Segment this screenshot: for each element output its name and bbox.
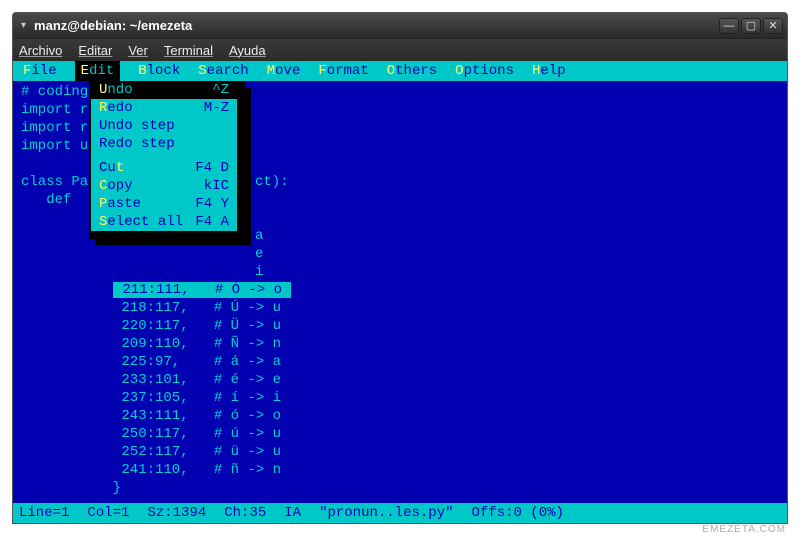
os-menu-ayuda[interactable]: Ayuda [229,43,266,58]
terminal-viewport: File Edit Block Search Move Format Others Optio… [13,61,787,523]
menu-item-undo-step[interactable]: Undo step [91,117,237,135]
status-line: Line=1 [19,504,69,522]
status-file: "pronun..les.py" [319,504,453,522]
statusbar: Line=1 Col=1 Sz:1394 Ch:35 IA "pronun..l… [13,503,787,523]
status-ia: IA [284,504,301,522]
menu-item-cut[interactable]: CutF4 D [91,159,237,177]
close-button[interactable]: ✕ [763,18,783,34]
watermark: EMEZETA.COM [702,524,786,535]
code-mapping-line: 211:111, # Ó -> o [113,281,291,299]
os-menubar: Archivo Editar Ver Terminal Ayuda [13,39,787,61]
menu-item-undo[interactable]: Undo^Z [91,81,237,99]
code-fragment: a [255,227,263,245]
window-buttons: — ▢ ✕ [719,18,783,34]
os-menu-terminal[interactable]: Terminal [164,43,213,58]
menu-item-paste[interactable]: PasteF4 Y [91,195,237,213]
os-menu-archivo[interactable]: Archivo [19,43,62,58]
code-mapping-line: 233:101, # é -> e [113,371,281,389]
editor-menu-others[interactable]: Others [387,62,437,80]
editor-menubar: File Edit Block Search Move Format Others Optio… [13,61,787,81]
minimize-button[interactable]: — [719,18,739,34]
menu-item-copy[interactable]: CopykIC [91,177,237,195]
code-mapping-line: 218:117, # Ú -> u [113,299,281,317]
code-mapping-line: 220:117, # Ü -> u [113,317,281,335]
editor-menu-file[interactable]: File [23,62,57,80]
editor-menu-edit[interactable]: Edit [75,61,121,81]
code-mapping-line: 252:117, # ü -> u [113,443,281,461]
edit-dropdown-menu: Undo^ZRedoM-ZUndo stepRedo step CutF4 DCo… [89,81,245,239]
code-fragment: e [255,245,263,263]
code-mapping-line: 225:97, # á -> a [113,353,281,371]
titlebar[interactable]: ▾ manz@debian: ~/emezeta — ▢ ✕ [13,13,787,39]
status-ch: Ch:35 [224,504,266,522]
terminal-window: ▾ manz@debian: ~/emezeta — ▢ ✕ Archivo E… [12,12,788,524]
code-fragment: i [255,263,263,281]
menu-item-select-all[interactable]: Select allF4 A [91,213,237,231]
editor-menu-format[interactable]: Format [318,62,368,80]
window-title: manz@debian: ~/emezeta [34,18,719,33]
menu-item-redo-step[interactable]: Redo step [91,135,237,153]
code-fragment: ct): [255,173,289,191]
code-mapping-line: 243:111, # ó -> o [113,407,281,425]
code-mapping-line: 237:105, # í -> i [113,389,281,407]
menu-item-redo[interactable]: RedoM-Z [91,99,237,117]
status-col: Col=1 [87,504,129,522]
maximize-button[interactable]: ▢ [741,18,761,34]
code-line: } [37,479,121,497]
os-menu-ver[interactable]: Ver [128,43,148,58]
dropdown-chevron-icon[interactable]: ▾ [21,20,26,31]
editor-menu-help[interactable]: Help [532,62,566,80]
code-mapping-line: 250:117, # ú -> u [113,425,281,443]
status-offs: Offs:0 (0%) [472,504,564,522]
code-mapping-line: 209:110, # Ñ -> n [113,335,281,353]
os-menu-editar[interactable]: Editar [78,43,112,58]
editor-menu-search[interactable]: Search [198,62,248,80]
editor-menu-options[interactable]: Options [455,62,514,80]
status-size: Sz:1394 [147,504,206,522]
editor-menu-move[interactable]: Move [267,62,301,80]
editor-menu-block[interactable]: Block [138,62,180,80]
code-mapping-line: 241:110, # ñ -> n [113,461,281,479]
